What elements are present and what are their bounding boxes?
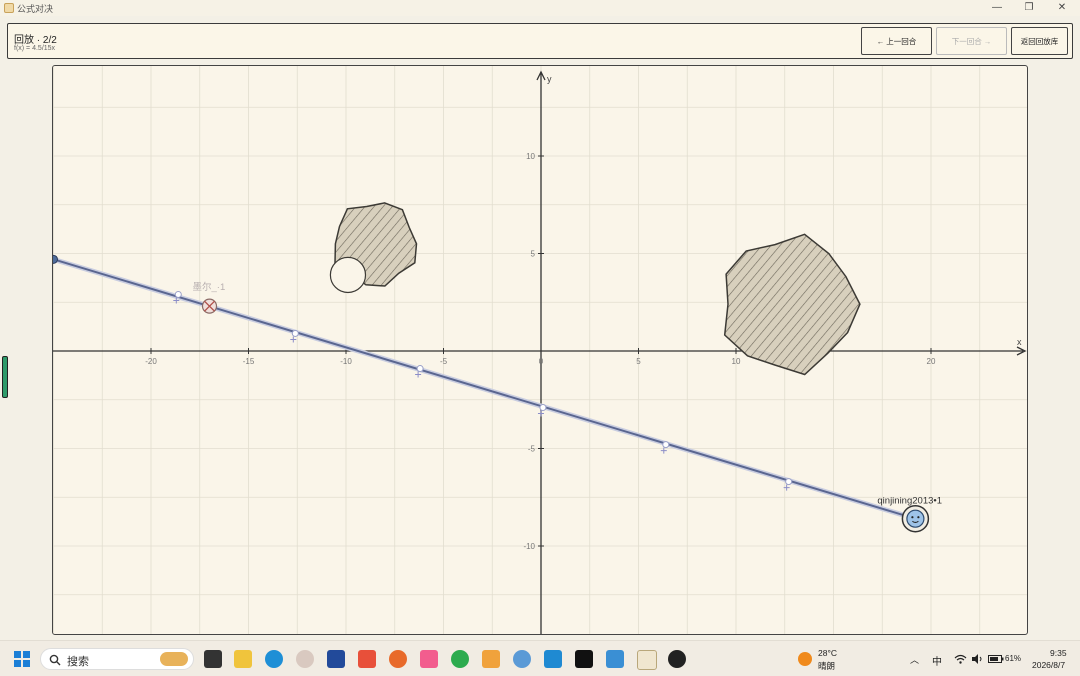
notes-app-icon[interactable] [482, 650, 500, 668]
tray-chevron-up-icon[interactable]: ︿ [910, 653, 919, 666]
dev-app-icon[interactable] [327, 650, 345, 668]
avatar-app-icon[interactable] [296, 650, 314, 668]
taskbar: 搜索 28°C 晴朗 ︿ 中 61% 9:35 2026/8/7 [0, 640, 1080, 676]
search-label: 搜索 [67, 656, 89, 668]
godot-icon[interactable] [513, 650, 531, 668]
edge-browser-icon[interactable] [265, 650, 283, 668]
windows-start-icon[interactable] [14, 651, 30, 667]
shooter-eye-right [917, 516, 920, 519]
battery-icon[interactable] [988, 655, 1004, 663]
vscode-icon[interactable] [544, 650, 562, 668]
trajectory-start-point [53, 254, 58, 264]
minimize-button[interactable]: — [980, 0, 1014, 16]
y-axis-label: y [547, 74, 552, 84]
x-tick-label: -15 [243, 357, 255, 366]
x-tick-label: -5 [440, 357, 448, 366]
window-title: 公式对决 [17, 4, 54, 14]
app-icon [4, 3, 14, 13]
orange-app-icon[interactable] [389, 650, 407, 668]
clock-date[interactable]: 2026/8/7 [1032, 660, 1065, 670]
shooter-player-name: qinjining2013•1 [877, 496, 942, 507]
bilibili-icon[interactable] [420, 650, 438, 668]
top-app-icon[interactable] [575, 650, 593, 668]
weather-temperature: 28°C [818, 648, 837, 658]
formula-duel-taskbar-icon[interactable] [637, 650, 657, 670]
weather-sun-icon [798, 652, 812, 666]
task-view-icon[interactable] [204, 650, 222, 668]
x-tick-label: -20 [145, 357, 157, 366]
obstacle-blob [723, 233, 861, 376]
trajectory-marker [416, 365, 424, 373]
search-highlight-icon [160, 652, 188, 666]
trajectory-marker [785, 478, 793, 486]
replay-header: 回放 · 2/2 f(x) = 4.5/15x ← 上一回合 下一回合 → 返回… [7, 23, 1073, 59]
x-tick-label: 20 [927, 357, 936, 366]
y-tick-label: -5 [528, 445, 536, 454]
graph-canvas[interactable]: x y -20 -15 -10 -5 0 5 10 20 10 5 -5 -10 墨尔_·1qinjin… [52, 65, 1028, 635]
trajectory-cross-marker [537, 410, 544, 417]
trajectory-cross-marker [290, 336, 297, 343]
trajectory-cross-marker [415, 371, 422, 378]
next-round-button[interactable]: 下一回合 → [936, 27, 1007, 55]
trajectory-marker [291, 329, 299, 337]
y-tick-label: -10 [523, 542, 535, 551]
volume-icon[interactable] [971, 654, 984, 664]
back-to-library-button[interactable]: 返回回放库 [1011, 27, 1068, 55]
wifi-icon[interactable] [954, 654, 967, 664]
replay-mode-label: 回放 · 2/2 [14, 35, 57, 46]
x-tick-label: 5 [636, 357, 641, 366]
y-tick-label: 10 [526, 152, 535, 161]
plot-svg: x y -20 -15 -10 -5 0 5 10 20 10 5 -5 -10 墨尔_·1qinjin… [53, 66, 1027, 634]
title-bar: 公式对决 — ❐ ✕ [0, 0, 1080, 16]
taskbar-search[interactable]: 搜索 [40, 648, 194, 670]
side-drag-handle[interactable] [2, 356, 8, 398]
ime-indicator[interactable]: 中 [932, 653, 942, 668]
file-explorer-icon[interactable] [234, 650, 252, 668]
qq-icon[interactable] [668, 650, 686, 668]
x-tick-label: 10 [732, 357, 741, 366]
weather-condition: 晴朗 [818, 661, 836, 671]
y-tick-label: 5 [531, 250, 536, 259]
shooter-eye-left [911, 516, 914, 519]
x-tick-label: 0 [539, 357, 544, 366]
trajectory-marker [174, 290, 182, 298]
battery-percent: 61% [1005, 654, 1022, 663]
eliminated-player-name: 墨尔_·1 [193, 281, 226, 293]
figma-like-icon[interactable] [358, 650, 376, 668]
clock-time[interactable]: 9:35 [1050, 648, 1067, 658]
notepad-icon[interactable] [606, 650, 624, 668]
obstacle-crater [329, 256, 367, 294]
prev-round-button[interactable]: ← 上一回合 [861, 27, 932, 55]
x-tick-label: -10 [340, 357, 352, 366]
x-axis-label: x [1017, 337, 1022, 347]
shooter-avatar-icon [906, 509, 925, 528]
green-app-icon[interactable] [451, 650, 469, 668]
trajectory-marker [539, 404, 547, 412]
formula-text: f(x) = 4.5/15x [14, 45, 56, 52]
search-icon [49, 654, 61, 666]
trajectory-marker [662, 441, 670, 449]
close-button[interactable]: ✕ [1045, 0, 1079, 16]
restore-button[interactable]: ❐ [1012, 0, 1046, 16]
